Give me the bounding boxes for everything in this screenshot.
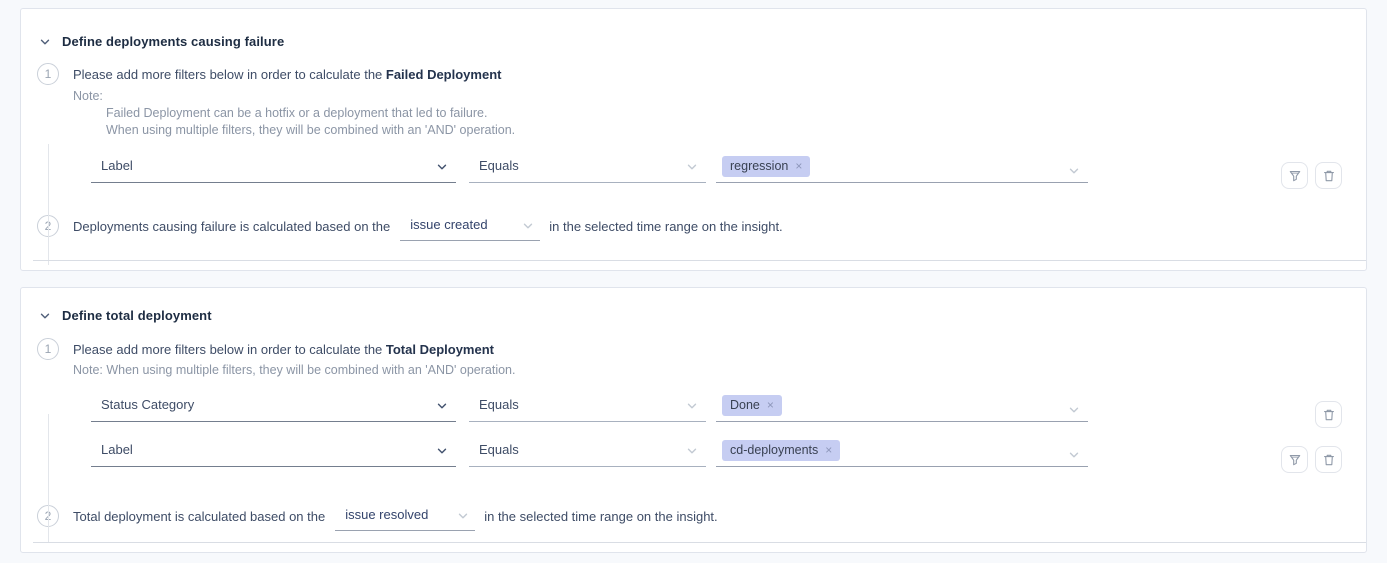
calculation-basis-value: issue created xyxy=(410,217,487,232)
row-buttons xyxy=(1281,446,1342,473)
panel-deployments-causing-failure: Define deployments causing failure 1 Ple… xyxy=(20,8,1367,271)
panel-header[interactable]: Define deployments causing failure xyxy=(21,9,1366,49)
step2-text-after: in the selected time range on the insigh… xyxy=(549,219,782,234)
chevron-down-icon xyxy=(457,510,469,522)
filter-row: Label Equals cd-deployments × xyxy=(91,440,1342,467)
remove-tag-icon[interactable]: × xyxy=(767,399,774,411)
chevron-down-icon xyxy=(436,161,448,173)
chevron-down-icon xyxy=(1068,449,1080,461)
note-label: Note: xyxy=(73,88,515,105)
row-buttons xyxy=(1281,162,1342,189)
trash-icon xyxy=(1322,453,1336,467)
attribute-select[interactable]: Status Category xyxy=(91,397,456,422)
filter-button[interactable] xyxy=(1281,446,1308,473)
remove-tag-icon[interactable]: × xyxy=(795,160,802,172)
step-instruction-bold: Failed Deployment xyxy=(386,67,502,82)
value-select[interactable]: regression × xyxy=(716,156,1088,183)
row-buttons xyxy=(1315,401,1342,428)
step-1: 1 Please add more filters below in order… xyxy=(21,63,1366,139)
funnel-icon xyxy=(1288,169,1302,183)
chevron-down-icon xyxy=(686,400,698,412)
trash-icon xyxy=(1322,169,1336,183)
chevron-down-icon xyxy=(1068,165,1080,177)
operator-select-value: Equals xyxy=(479,158,519,173)
step2-text-before: Total deployment is calculated based on … xyxy=(73,509,325,524)
panel-total-deployment: Define total deployment 1 Please add mor… xyxy=(20,287,1367,553)
filter-row: Label Equals regression × xyxy=(91,156,1342,183)
chevron-down-icon xyxy=(686,445,698,457)
funnel-icon xyxy=(1288,453,1302,467)
delete-button[interactable] xyxy=(1315,401,1342,428)
attribute-select-value: Label xyxy=(101,442,133,457)
filter-row: Status Category Equals Done × xyxy=(91,395,1342,422)
step-instruction: Please add more filters below in order t… xyxy=(73,338,515,358)
step-2: 2 Total deployment is calculated based o… xyxy=(21,501,1366,531)
operator-select[interactable]: Equals xyxy=(469,158,706,183)
remove-tag-icon[interactable]: × xyxy=(825,444,832,456)
filter-button[interactable] xyxy=(1281,162,1308,189)
attribute-select-value: Label xyxy=(101,158,133,173)
operator-select[interactable]: Equals xyxy=(469,442,706,467)
chevron-down-icon[interactable] xyxy=(39,36,51,48)
calculation-basis-value: issue resolved xyxy=(345,507,428,522)
operator-select-value: Equals xyxy=(479,397,519,412)
attribute-select[interactable]: Label xyxy=(91,442,456,467)
chevron-down-icon xyxy=(686,161,698,173)
tag-label: Done xyxy=(730,398,760,412)
operator-select-value: Equals xyxy=(479,442,519,457)
step2-text-before: Deployments causing failure is calculate… xyxy=(73,219,390,234)
note-line: Failed Deployment can be a hotfix or a d… xyxy=(73,105,515,122)
panel-header[interactable]: Define total deployment xyxy=(21,288,1366,323)
chevron-down-icon xyxy=(522,220,534,232)
note-line: When using multiple filters, they will b… xyxy=(73,122,515,139)
chevron-down-icon xyxy=(436,400,448,412)
delete-button[interactable] xyxy=(1315,446,1342,473)
step2-text-after: in the selected time range on the insigh… xyxy=(484,509,717,524)
chevron-down-icon xyxy=(436,445,448,457)
tag-pill: cd-deployments × xyxy=(722,440,840,461)
operator-select[interactable]: Equals xyxy=(469,397,706,422)
tag-label: regression xyxy=(730,159,788,173)
step-1: 1 Please add more filters below in order… xyxy=(21,338,1366,379)
attribute-select[interactable]: Label xyxy=(91,158,456,183)
step-number-badge: 1 xyxy=(37,338,59,360)
step-instruction-text: Please add more filters below in order t… xyxy=(73,342,386,357)
tag-pill: regression × xyxy=(722,156,810,177)
step-instruction-bold: Total Deployment xyxy=(386,342,494,357)
attribute-select-value: Status Category xyxy=(101,397,194,412)
tag-label: cd-deployments xyxy=(730,443,818,457)
step-number-badge: 1 xyxy=(37,63,59,85)
step-2: 2 Deployments causing failure is calcula… xyxy=(21,211,1366,241)
value-select[interactable]: cd-deployments × xyxy=(716,440,1088,467)
step-instruction: Please add more filters below in order t… xyxy=(73,63,515,83)
panel-title: Define total deployment xyxy=(62,308,212,323)
chevron-down-icon xyxy=(1068,404,1080,416)
chevron-down-icon[interactable] xyxy=(39,310,51,322)
note-line: Note: When using multiple filters, they … xyxy=(73,362,515,379)
value-select[interactable]: Done × xyxy=(716,395,1088,422)
calculation-basis-select[interactable]: issue created xyxy=(400,217,540,241)
trash-icon xyxy=(1322,408,1336,422)
step-instruction-text: Please add more filters below in order t… xyxy=(73,67,386,82)
delete-button[interactable] xyxy=(1315,162,1342,189)
tag-pill: Done × xyxy=(722,395,782,416)
step-connector-line xyxy=(48,414,49,542)
calculation-basis-select[interactable]: issue resolved xyxy=(335,507,475,531)
step-connector-line xyxy=(48,144,49,265)
panel-title: Define deployments causing failure xyxy=(62,34,284,49)
